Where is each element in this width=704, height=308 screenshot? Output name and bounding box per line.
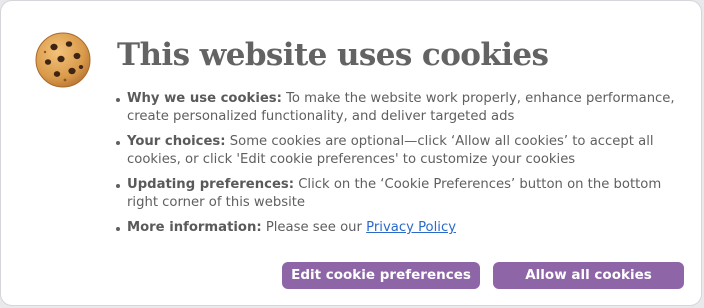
dialog-title: This website uses cookies: [117, 37, 549, 73]
list-item-updating-preferences: Updating preferences: Click on the ‘Cook…: [114, 176, 684, 212]
cookie-info-list: Why we use cookies: To make the website …: [114, 90, 684, 244]
bullet-heading: More information:: [127, 220, 262, 235]
bullet-heading: Updating preferences:: [127, 177, 295, 192]
bullet-heading: Why we use cookies:: [127, 91, 282, 106]
cookie-consent-dialog: This website uses cookies Why we use coo…: [0, 0, 702, 306]
privacy-policy-link[interactable]: Privacy Policy: [366, 220, 456, 235]
edit-cookie-preferences-button[interactable]: Edit cookie preferences: [282, 262, 480, 289]
bullet-heading: Your choices:: [127, 134, 226, 149]
cookie-icon: [35, 32, 91, 88]
list-item-why-cookies: Why we use cookies: To make the website …: [114, 90, 684, 126]
list-item-more-information: More information: Please see our Privacy…: [114, 219, 684, 237]
allow-all-cookies-button[interactable]: Allow all cookies: [493, 262, 684, 289]
list-item-your-choices: Your choices: Some cookies are optional—…: [114, 133, 684, 169]
bullet-text: Please see our: [261, 220, 367, 235]
